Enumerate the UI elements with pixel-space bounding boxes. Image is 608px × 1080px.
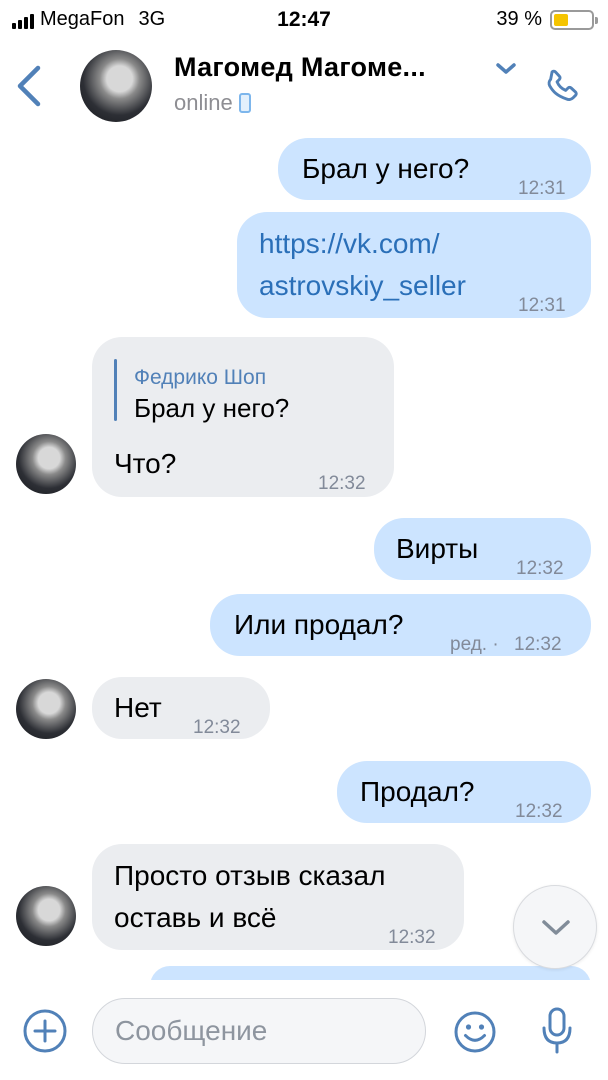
message-text: Или продал? — [234, 609, 404, 640]
attach-button[interactable] — [22, 1008, 68, 1054]
scroll-to-bottom-button[interactable] — [513, 885, 597, 969]
message-text-line1: Просто отзыв сказал — [114, 860, 386, 891]
battery-percent: 39 % — [496, 8, 542, 30]
emoji-button[interactable] — [453, 1010, 497, 1054]
status-right: 39 % — [496, 8, 598, 31]
message-time: 12:32 — [516, 558, 564, 579]
chat-menu-toggle[interactable] — [494, 60, 518, 78]
phone-icon — [547, 69, 578, 101]
battery-level — [554, 13, 569, 26]
message-time: 12:32 — [388, 927, 436, 948]
chevron-left-icon — [17, 65, 41, 107]
voice-message-button[interactable] — [541, 1006, 573, 1056]
message-incoming[interactable]: Федрико Шоп Брал у него? Что? 12:32 — [92, 337, 394, 497]
message-incoming[interactable]: Просто отзыв сказал оставь и всё 12:32 — [92, 844, 464, 950]
message-outgoing[interactable]: Брал у него? 12:31 — [278, 138, 591, 200]
plus-circle-icon — [23, 1009, 67, 1053]
message-text-line2: оставь и всё — [114, 902, 277, 933]
smiley-icon — [454, 1011, 496, 1053]
message-text: Нет — [114, 692, 162, 723]
message-time: 12:31 — [518, 178, 566, 199]
message-outgoing[interactable]: Вирты 12:32 — [374, 518, 591, 580]
mobile-phone-icon — [238, 93, 251, 113]
message-outgoing[interactable]: Продал? 12:32 — [337, 761, 591, 823]
chevron-down-icon — [542, 920, 570, 935]
online-label: online — [174, 90, 233, 115]
microphone-icon — [542, 1007, 572, 1054]
message-outgoing[interactable]: https://vk.com/ astrovskiy_seller 12:31 — [237, 212, 591, 318]
reply-text: Брал у него? — [134, 393, 290, 423]
sender-avatar[interactable] — [16, 434, 76, 494]
sender-avatar[interactable] — [16, 679, 76, 739]
back-button[interactable] — [14, 64, 46, 108]
message-text: Продал? — [360, 776, 475, 807]
battery-icon — [550, 9, 598, 30]
message-composer — [0, 980, 608, 1080]
message-text: Что? — [114, 448, 177, 479]
message-time: 12:32 — [514, 634, 562, 655]
message-input[interactable] — [92, 998, 426, 1064]
call-button[interactable] — [540, 66, 584, 110]
message-incoming[interactable]: Нет 12:32 — [92, 677, 270, 739]
message-text: Вирты — [396, 533, 479, 564]
sender-avatar[interactable] — [16, 886, 76, 946]
chevron-down-icon — [496, 63, 516, 74]
message-link-line1[interactable]: https://vk.com/ — [259, 223, 440, 265]
contact-name[interactable]: Магомед Магоме... — [174, 52, 474, 83]
contact-status: online — [174, 90, 251, 116]
message-time: 12:32 — [318, 473, 366, 494]
message-outgoing[interactable]: Или продал? ред. · 12:32 — [210, 594, 591, 656]
status-bar: MegaFon 3G 12:47 39 % — [0, 0, 608, 40]
reply-indicator — [114, 359, 117, 421]
message-edited-label: ред. · — [450, 634, 499, 655]
message-text: Брал у него? — [302, 153, 470, 184]
message-link-line2[interactable]: astrovskiy_seller — [259, 265, 466, 307]
message-time: 12:32 — [515, 801, 563, 822]
contact-avatar[interactable] — [80, 50, 152, 122]
message-time: 12:32 — [193, 717, 241, 738]
message-time: 12:31 — [518, 295, 566, 316]
chat-header: Магомед Магоме... online — [0, 40, 608, 132]
